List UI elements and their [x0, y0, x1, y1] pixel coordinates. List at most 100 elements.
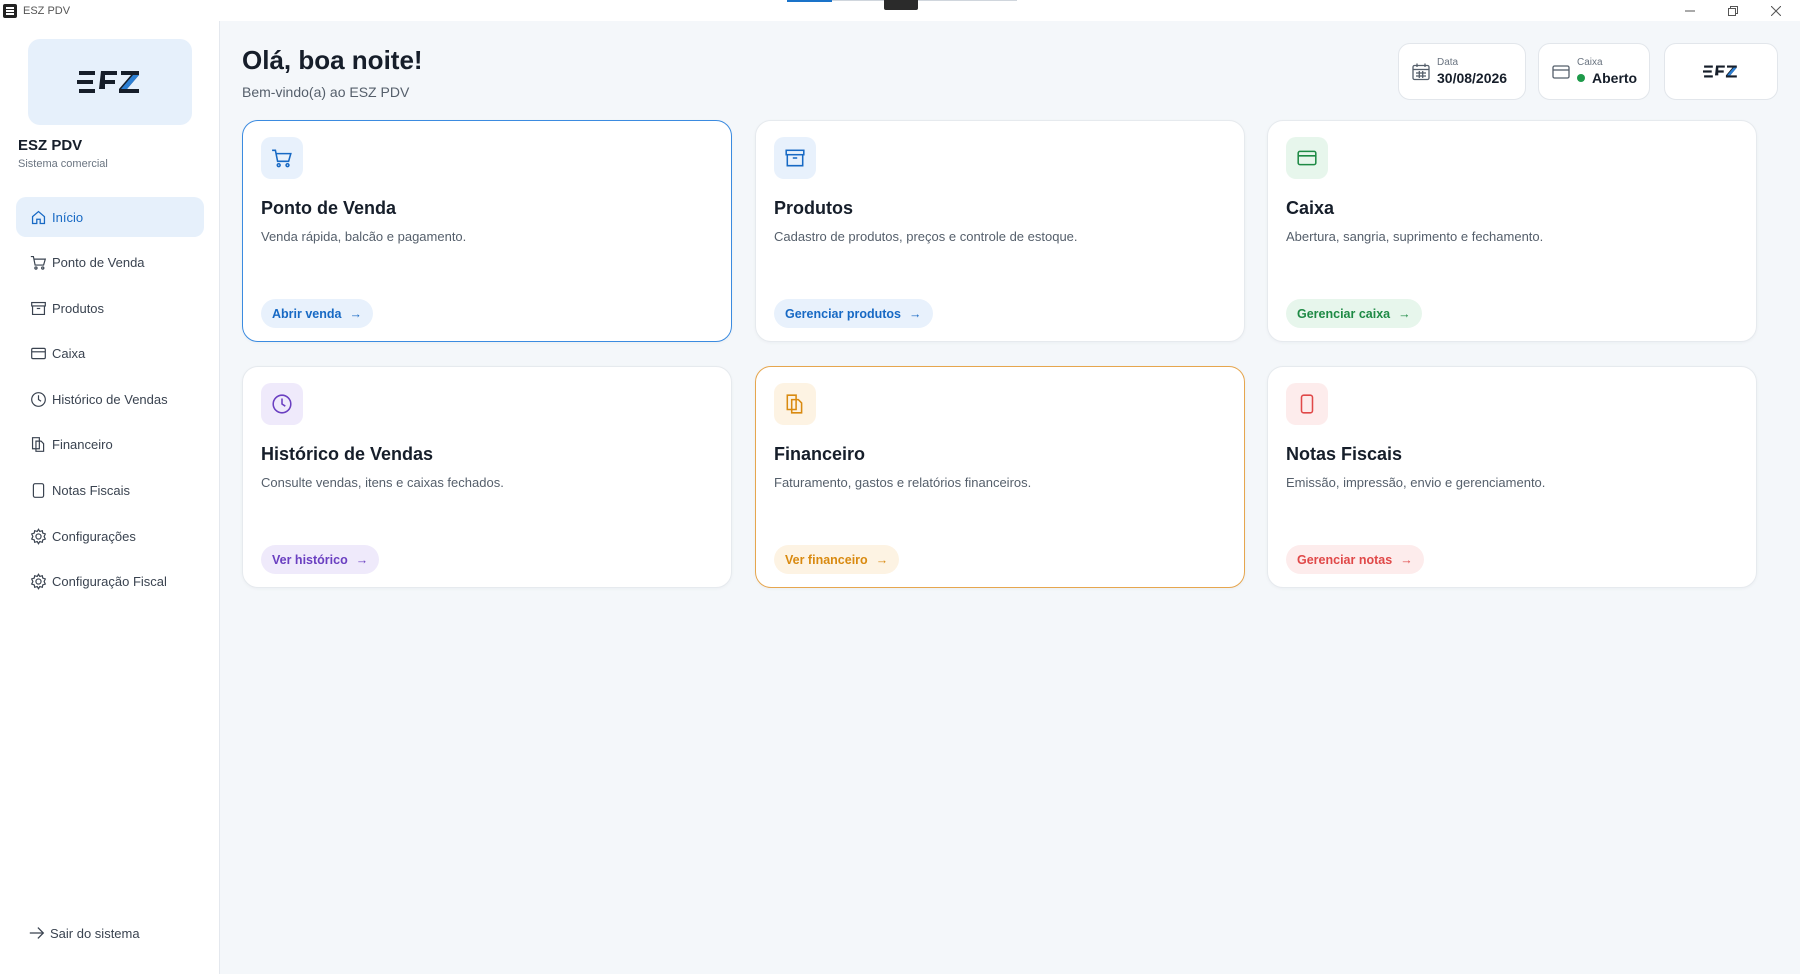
card-description: Consulte vendas, itens e caixas fechados… — [261, 475, 504, 490]
card-description: Abertura, sangria, suprimento e fechamen… — [1286, 229, 1544, 244]
button-label: Gerenciar notas — [1297, 552, 1393, 567]
card-icon — [1286, 137, 1328, 179]
sidebar-item-label: Notas Fiscais — [52, 483, 131, 499]
arrow-right-icon: → — [909, 306, 922, 321]
documents-icon — [774, 383, 816, 425]
card-title: Notas Fiscais — [1286, 444, 1403, 464]
card-description: Cadastro de produtos, preços e controle … — [774, 229, 1078, 244]
close-button[interactable] — [1754, 0, 1798, 21]
welcome-text: Bem-vindo(a) ao ESZ PDV — [242, 84, 410, 100]
clock-icon — [29, 390, 47, 408]
card-description: Venda rápida, balcão e pagamento. — [261, 229, 467, 244]
card-icon — [29, 345, 47, 363]
button-label: Gerenciar caixa — [1297, 306, 1391, 321]
button-label: Abrir venda — [272, 306, 342, 321]
logout-button[interactable]: Sair do sistema — [28, 924, 140, 942]
arrow-right-icon: → — [875, 552, 889, 567]
card-title: Histórico de Vendas — [261, 444, 434, 464]
header-logo — [1664, 43, 1778, 100]
date-value: 30/08/2026 — [1437, 70, 1508, 86]
card-caixa[interactable]: Caixa Abertura, sangria, suprimento e fe… — [1267, 120, 1757, 342]
ver-financeiro-button[interactable]: Ver financeiro → — [774, 545, 900, 574]
close-icon — [1771, 5, 1781, 16]
sidebar-item-label: Ponto de Venda — [52, 255, 145, 271]
sidebar-item-label: Início — [52, 209, 84, 225]
sidebar-item-ponto-de-venda[interactable]: Ponto de Venda — [16, 243, 204, 283]
card-description: Emissão, impressão, envio e gerenciament… — [1286, 475, 1546, 490]
home-icon — [29, 208, 47, 226]
card-notas-fiscais[interactable]: Notas Fiscais Emissão, impressão, envio … — [1267, 366, 1757, 588]
abrir-venda-button[interactable]: Abrir venda → — [261, 299, 373, 328]
cashier-status: Aberto — [1592, 70, 1638, 86]
sidebar-item-configuracao-fiscal[interactable]: Configuração Fiscal — [16, 562, 204, 602]
button-label: Gerenciar produtos — [785, 306, 901, 321]
card-financeiro[interactable]: Financeiro Faturamento, gastos e relatór… — [755, 366, 1245, 588]
sidebar-item-financeiro[interactable]: Financeiro — [16, 425, 204, 465]
box-icon — [29, 299, 47, 317]
gerenciar-notas-button[interactable]: Gerenciar notas → — [1286, 545, 1424, 574]
sidebar-item-label: Configurações — [52, 528, 136, 544]
window-titlebar: ESZ PDV — [0, 0, 1800, 21]
card-icon — [1552, 64, 1570, 79]
sidebar-item-inicio[interactable]: Início — [16, 197, 204, 237]
minimize-icon — [1685, 10, 1695, 11]
app-icon — [3, 3, 17, 18]
arrow-right-icon: → — [1398, 306, 1411, 321]
cart-icon — [29, 254, 47, 272]
card-title: Ponto de Venda — [261, 198, 397, 218]
snap-bar[interactable] — [787, 0, 1017, 10]
card-historico-de-vendas[interactable]: Histórico de Vendas Consulte vendas, ite… — [242, 366, 732, 588]
arrow-right-icon — [29, 927, 45, 939]
sidebar-item-historico-de-vendas[interactable]: Histórico de Vendas — [16, 379, 204, 419]
esz-logo-icon — [77, 71, 139, 93]
restore-icon — [1728, 5, 1738, 16]
cashier-label: Caixa — [1577, 57, 1603, 68]
gear-icon — [29, 527, 47, 545]
box-icon — [774, 137, 816, 179]
clock-icon — [261, 383, 303, 425]
sidebar-item-notas-fiscais[interactable]: Notas Fiscais — [16, 471, 204, 511]
sidebar-item-label: Financeiro — [52, 437, 113, 453]
gear-icon — [29, 573, 47, 591]
card-produtos[interactable]: Produtos Cadastro de produtos, preços e … — [755, 120, 1245, 342]
date-label: Data — [1437, 57, 1459, 68]
card-title: Financeiro — [774, 444, 866, 464]
date-card: Data 30/08/2026 — [1398, 43, 1526, 100]
sidebar-item-label: Configuração Fiscal — [52, 574, 167, 590]
arrow-right-icon: → — [355, 552, 369, 567]
restore-button[interactable] — [1711, 0, 1755, 21]
calendar-icon — [1412, 63, 1430, 80]
card-description: Faturamento, gastos e relatórios finance… — [774, 475, 1032, 490]
documents-icon — [29, 436, 47, 454]
esz-logo-icon — [1703, 65, 1737, 78]
sidebar-item-caixa[interactable]: Caixa — [16, 334, 204, 374]
sidebar: ESZ PDV Sistema comercial Início Ponto d… — [0, 21, 220, 974]
cashier-status-card: Caixa Aberto — [1538, 43, 1650, 100]
gerenciar-produtos-button[interactable]: Gerenciar produtos → — [774, 299, 933, 328]
window-title: ESZ PDV — [23, 4, 71, 17]
card-ponto-de-venda[interactable]: Ponto de Venda Venda rápida, balcão e pa… — [242, 120, 732, 342]
arrow-right-icon: → — [349, 306, 362, 321]
sidebar-item-label: Histórico de Vendas — [52, 391, 168, 407]
gerenciar-caixa-button[interactable]: Gerenciar caixa → — [1286, 299, 1422, 328]
sidebar-item-label: Produtos — [52, 300, 105, 316]
button-label: Ver histórico — [272, 552, 348, 567]
minimize-button[interactable] — [1668, 0, 1712, 21]
card-title: Caixa — [1286, 198, 1335, 218]
cart-icon — [261, 137, 303, 179]
ver-historico-button[interactable]: Ver histórico → — [261, 545, 380, 574]
sidebar-item-label: Caixa — [52, 346, 86, 362]
sidebar-item-configuracoes[interactable]: Configurações — [16, 516, 204, 556]
card-title: Produtos — [774, 198, 853, 218]
brand-title: ESZ PDV — [18, 137, 83, 154]
arrow-right-icon: → — [1400, 552, 1413, 567]
sidebar-nav: Início Ponto de Venda Produtos Caixa His… — [16, 197, 204, 607]
logout-label: Sair do sistema — [50, 925, 140, 941]
sidebar-logo — [28, 39, 192, 125]
sidebar-item-produtos[interactable]: Produtos — [16, 288, 204, 328]
receipt-icon — [29, 482, 47, 500]
button-label: Ver financeiro — [785, 552, 868, 567]
status-dot — [1577, 74, 1585, 82]
brand-subtitle: Sistema comercial — [18, 158, 108, 170]
receipt-icon — [1286, 383, 1328, 425]
